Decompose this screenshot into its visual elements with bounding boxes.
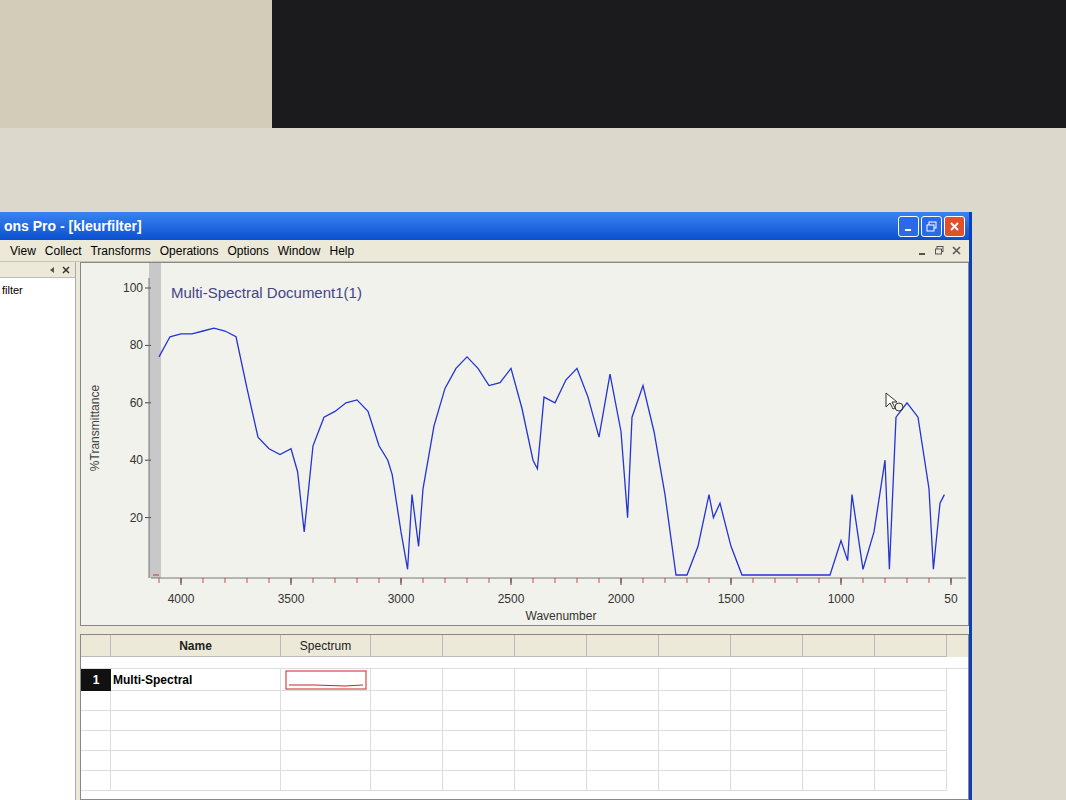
svg-text:80: 80 [130,338,144,352]
maximize-button[interactable] [921,216,942,237]
minimize-button[interactable] [898,216,919,237]
menu-item[interactable]: Operations [160,242,219,260]
mdi-minimize-icon[interactable] [918,246,927,255]
room-background [0,0,1066,128]
x-tick: 50 [944,578,958,606]
spectra-table: NameSpectrum 1Multi-Spectral [80,634,969,800]
close-button[interactable] [944,216,965,237]
spectrum-thumbnail-icon [285,670,367,690]
table-header: NameSpectrum [81,635,968,657]
chart-title: Multi-Spectral Document1(1) [171,284,362,301]
menu-item[interactable]: Window [278,242,321,260]
sidebar-item[interactable]: filter [0,278,75,299]
x-axis-label: Wavenumber [526,609,597,623]
x-tick: 1000 [828,578,855,606]
mdi-restore-icon[interactable] [935,246,944,255]
title-bar[interactable]: ons Pro - [kleurfilter] [0,212,969,240]
maximize-button-icon [926,221,937,232]
minimize-button-icon [903,221,914,232]
svg-text:4000: 4000 [168,592,195,606]
window-title: ons Pro - [kleurfilter] [4,216,142,237]
y-tick: 80 [130,338,151,352]
svg-text:20: 20 [130,511,144,525]
x-tick: 2500 [498,578,525,606]
svg-text:2500: 2500 [498,592,525,606]
menu-item[interactable]: Options [227,242,268,260]
chart-panel: Multi-Spectral Document1(1) %Transmittanc… [80,262,969,626]
svg-text:40: 40 [130,453,144,467]
spectrum-line [159,328,944,575]
menu-item[interactable]: Help [329,242,354,260]
x-tick: 4000 [168,578,195,606]
svg-text:2000: 2000 [608,592,635,606]
mdi-close-icon[interactable] [952,246,961,255]
table-row[interactable]: 1Multi-Spectral [81,669,968,691]
close-button-icon [949,221,960,232]
menu-item[interactable]: Transforms [90,242,150,260]
cursor-icon [886,393,903,411]
x-tick: 1500 [718,578,745,606]
monitor-bezel: ons Pro - [kleurfilter] View Collect Transf… [0,128,1066,800]
menu-item[interactable]: View [10,242,36,260]
svg-text:60: 60 [130,396,144,410]
close-pane-icon[interactable] [61,265,71,275]
menu-item[interactable]: Collect [45,242,82,260]
y-tick: 100 [123,281,151,295]
scroll-left-icon[interactable] [47,265,57,275]
spectrum-chart[interactable]: Multi-Spectral Document1(1) %Transmittanc… [81,263,966,625]
x-tick: 3500 [278,578,305,606]
svg-text:1500: 1500 [718,592,745,606]
svg-text:50: 50 [944,592,958,606]
svg-text:3000: 3000 [388,592,415,606]
sidebar: filter [0,262,76,800]
svg-text:1000: 1000 [828,592,855,606]
y-tick: 40 [130,453,151,467]
x-tick: 2000 [608,578,635,606]
svg-text:3500: 3500 [278,592,305,606]
y-tick: 60 [130,396,151,410]
x-tick: 3000 [388,578,415,606]
screen-photo: ons Pro - [kleurfilter] View Collect Transf… [0,0,1066,800]
app-window: ons Pro - [kleurfilter] View Collect Transf… [0,212,972,800]
y-tick: 20 [130,511,151,525]
menu-bar: View Collect Transforms Operations Options Wi… [0,240,969,262]
svg-text:100: 100 [123,281,143,295]
y-axis-label: %Transmittance [88,385,102,472]
